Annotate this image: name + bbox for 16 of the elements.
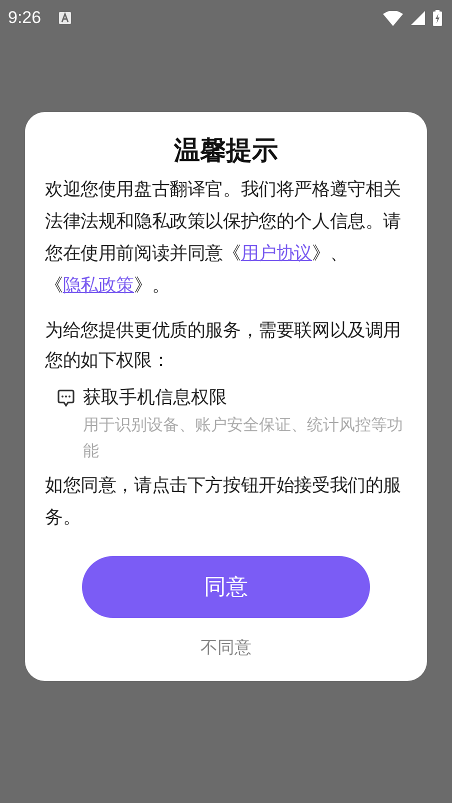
permission-title: 获取手机信息权限 <box>83 386 227 410</box>
agree-button[interactable]: 同意 <box>82 556 370 618</box>
policy-link[interactable]: 隐私政策 <box>62 275 134 296</box>
closing-paragraph: 如您同意，请点击下方按钮开始接受我们的服务。 <box>45 474 402 530</box>
message-icon <box>57 389 75 407</box>
decline-button[interactable]: 不同意 <box>192 632 260 663</box>
status-time: 9:26 <box>8 8 42 28</box>
consent-paragraph: 欢迎您使用盘古翻译官。我们将严格遵守相关法律法规和隐私政策以保护您的个人信息。请您在使用前阅读并同意《用户协议》、《隐私政策》。 <box>45 178 402 298</box>
wifi-icon <box>383 10 403 26</box>
permission-description: 用于识别设备、账户安全保证、统计风控等功能 <box>82 414 404 462</box>
battery-charging-icon <box>433 10 442 26</box>
keyboard-notification-icon <box>59 12 72 24</box>
dialog-title: 温馨提示 <box>172 135 279 168</box>
policy-link[interactable]: 用户协议 <box>240 243 312 264</box>
permission-intro: 为给您提供更优质的服务，需要联网以及调用您的如下权限： <box>45 319 402 373</box>
signal-icon <box>411 11 425 25</box>
